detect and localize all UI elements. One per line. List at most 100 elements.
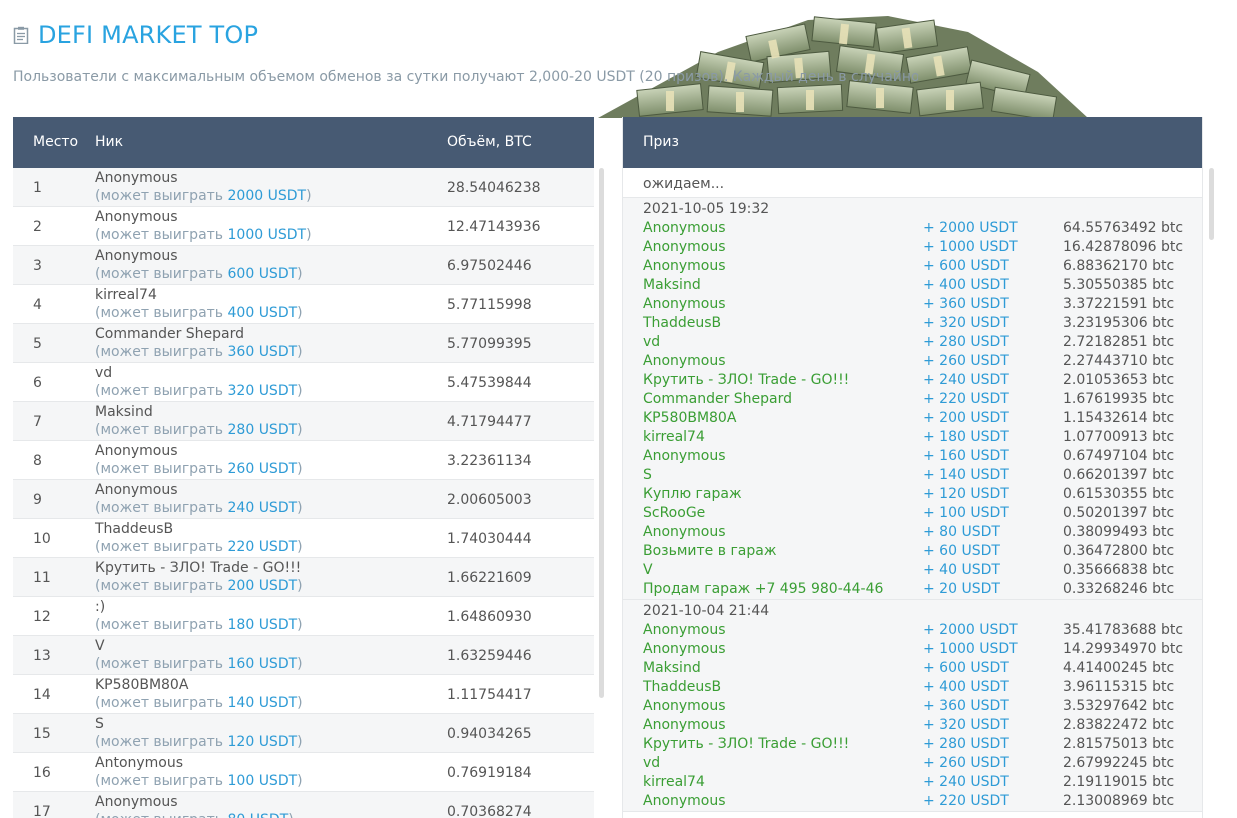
winner-name: Anonymous	[643, 622, 726, 638]
draw-date: 2021-10-04 21:44	[643, 603, 770, 619]
can-win-suffix: )	[306, 188, 312, 204]
winner-prize: + 120 USDT	[923, 486, 1009, 502]
winner-row: vd + 280 USDT 2.72182851 btc	[623, 333, 1202, 352]
winner-row: Anonymous + 80 USDT 0.38099493 btc	[623, 523, 1202, 542]
row-place: 2	[33, 219, 42, 235]
winner-name: Anonymous	[643, 793, 726, 809]
can-win-prefix: (может выиграть	[95, 461, 228, 477]
winner-row: Anonymous + 260 USDT 2.27443710 btc	[623, 352, 1202, 371]
winner-volume: 1.07700913 btc	[1063, 429, 1175, 445]
row-can-win: (может выиграть 280 USDT)	[95, 422, 303, 438]
winner-name: Куплю гараж	[643, 486, 742, 502]
can-win-suffix: )	[297, 617, 303, 633]
winner-name: Maksind	[643, 660, 701, 676]
draw-block: 2021-10-04 21:44 Anonymous + 2000 USDT 35.4…	[623, 600, 1202, 812]
can-win-amount: 80 USDT	[228, 812, 289, 818]
row-place: 5	[33, 336, 42, 352]
row-volume: 0.94034265	[447, 726, 532, 742]
can-win-amount: 240 USDT	[227, 500, 298, 516]
row-can-win: (может выиграть 120 USDT)	[95, 734, 303, 750]
table-row: 17 Anonymous (может выиграть 80 USDT) 0.703…	[13, 792, 594, 818]
winner-name: Anonymous	[643, 239, 726, 255]
winner-prize: + 100 USDT	[923, 505, 1009, 521]
prize-panel: Приз ожидаем... 2021-10-05 19:32 Anonymou…	[622, 117, 1203, 818]
can-win-amount: 120 USDT	[227, 734, 298, 750]
winner-prize: + 40 USDT	[923, 562, 1000, 578]
waiting-text: ожидаем...	[643, 176, 725, 192]
prize-scrollbar[interactable]	[1209, 168, 1214, 240]
winner-volume: 1.67619935 btc	[1063, 391, 1175, 407]
winner-row: ThaddeusB + 400 USDT 3.96115315 btc	[623, 678, 1202, 697]
winner-name: Maksind	[643, 277, 701, 293]
can-win-amount: 200 USDT	[227, 578, 298, 594]
page-title: DEFI MARKET TOP	[38, 21, 259, 49]
winner-prize: + 1000 USDT	[923, 239, 1018, 255]
table-row: 6 vd (может выиграть 320 USDT) 5.47539844	[13, 363, 594, 402]
table-row: 13 V (может выиграть 160 USDT) 1.63259446	[13, 636, 594, 675]
winner-prize: + 260 USDT	[923, 755, 1009, 771]
leaderboard-table: Место Ник Объём, BTC 1 Anonymous (может вы…	[13, 117, 594, 818]
winner-name: vd	[643, 755, 661, 771]
winner-prize: + 400 USDT	[923, 277, 1009, 293]
winner-volume: 3.23195306 btc	[1063, 315, 1175, 331]
table-row: 8 Anonymous (может выиграть 260 USDT) 3.223…	[13, 441, 594, 480]
clipboard-icon	[13, 26, 29, 45]
row-can-win: (может выиграть 2000 USDT)	[95, 188, 312, 204]
winner-prize: + 360 USDT	[923, 296, 1009, 312]
can-win-prefix: (может выиграть	[95, 617, 228, 633]
winner-volume: 2.67992245 btc	[1063, 755, 1175, 771]
can-win-amount: 180 USDT	[227, 617, 298, 633]
can-win-amount: 320 USDT	[227, 383, 298, 399]
winner-row: Anonymous + 320 USDT 2.83822472 btc	[623, 716, 1202, 735]
winner-row: Commander Shepard + 220 USDT 1.67619935 bt…	[623, 390, 1202, 409]
winner-name: S	[643, 467, 652, 483]
row-volume: 6.97502446	[447, 258, 532, 274]
row-nick: Commander Shepard	[95, 326, 245, 342]
winner-row: ScRooGe + 100 USDT 0.50201397 btc	[623, 504, 1202, 523]
row-can-win: (может выиграть 600 USDT)	[95, 266, 303, 282]
can-win-suffix: )	[297, 422, 303, 438]
can-win-prefix: (может выиграть	[95, 695, 228, 711]
winner-volume: 16.42878096 btc	[1063, 239, 1184, 255]
row-place: 1	[33, 180, 42, 196]
row-nick: ThaddeusB	[95, 521, 174, 537]
page-header: DEFI MARKET TOP	[13, 20, 258, 50]
row-volume: 0.76919184	[447, 765, 532, 781]
winner-row: Возьмите в гараж + 60 USDT 0.36472800 btc	[623, 542, 1202, 561]
winner-name: V	[643, 562, 653, 578]
winner-name: Anonymous	[643, 448, 726, 464]
col-nick: Ник	[95, 134, 124, 150]
can-win-amount: 140 USDT	[227, 695, 298, 711]
table-row: 5 Commander Shepard (может выиграть 360 US…	[13, 324, 594, 363]
winner-prize: + 400 USDT	[923, 679, 1009, 695]
can-win-suffix: )	[297, 266, 303, 282]
can-win-prefix: (может выиграть	[95, 344, 228, 360]
row-volume: 2.00605003	[447, 492, 532, 508]
winner-volume: 0.61530355 btc	[1063, 486, 1175, 502]
page-subtitle: Пользователи с максимальным объемом обме…	[13, 69, 918, 85]
can-win-amount: 1000 USDT	[227, 227, 307, 243]
winner-prize: + 220 USDT	[923, 793, 1009, 809]
winner-name: ScRooGe	[643, 505, 706, 521]
can-win-suffix: )	[297, 734, 303, 750]
winner-name: ThaddeusB	[643, 315, 722, 331]
winner-prize: + 2000 USDT	[923, 220, 1018, 236]
row-can-win: (может выиграть 100 USDT)	[95, 773, 303, 789]
prize-header-label: Приз	[643, 134, 679, 150]
winner-row: KP580BM80A + 200 USDT 1.15432614 btc	[623, 409, 1202, 428]
winner-name: Продам гараж +7 495 980-44-46	[643, 581, 884, 597]
row-volume: 5.47539844	[447, 375, 532, 391]
row-nick: V	[95, 638, 105, 654]
row-nick: Anonymous	[95, 443, 178, 459]
row-can-win: (может выиграть 80 USDT)	[95, 812, 294, 818]
winner-name: Крутить - ЗЛО! Trade - GO!!!	[643, 372, 850, 388]
row-volume: 1.64860930	[447, 609, 532, 625]
winner-prize: + 600 USDT	[923, 258, 1009, 274]
row-can-win: (может выиграть 180 USDT)	[95, 617, 303, 633]
row-place: 7	[33, 414, 42, 430]
row-nick: Anonymous	[95, 794, 178, 810]
leaderboard-scrollbar[interactable]	[599, 168, 604, 698]
can-win-amount: 400 USDT	[227, 305, 298, 321]
row-can-win: (может выиграть 320 USDT)	[95, 383, 303, 399]
winner-volume: 0.33268246 btc	[1063, 581, 1175, 597]
